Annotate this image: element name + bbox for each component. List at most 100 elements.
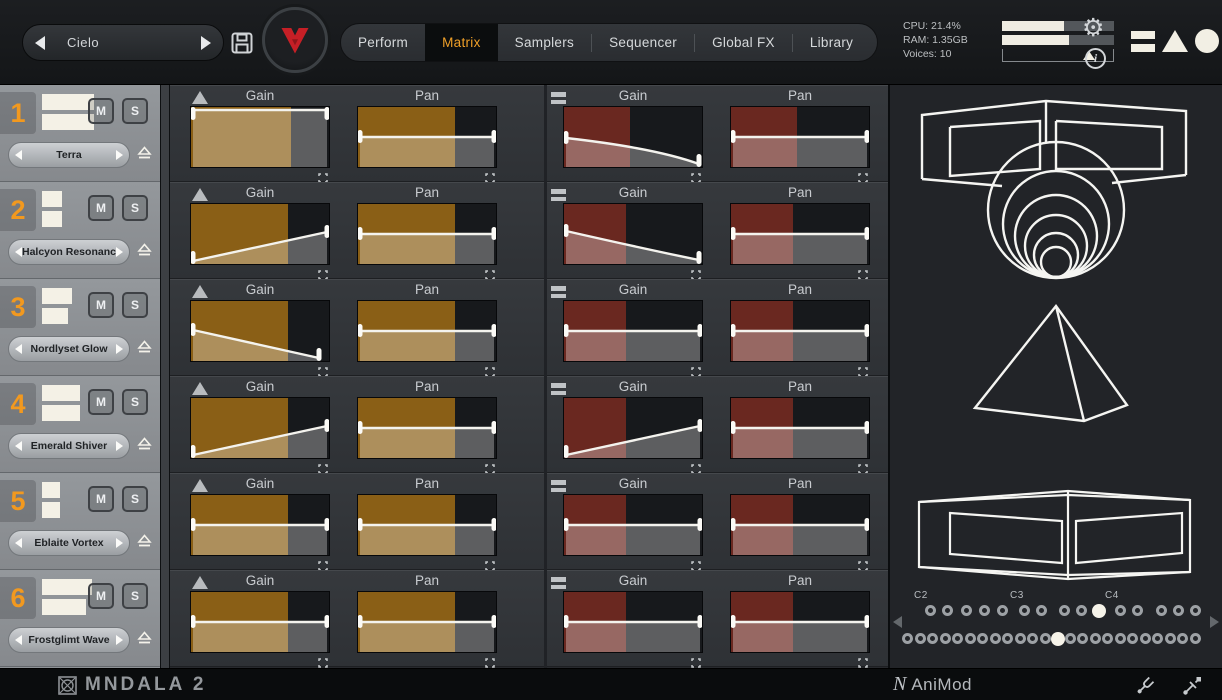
slot-preset-selector[interactable]: Frostglimt Wave [8, 627, 130, 653]
left-gain-envelope[interactable] [190, 300, 330, 362]
solo-button[interactable]: S [122, 486, 148, 512]
eject-button[interactable] [137, 146, 152, 165]
slot-preset-next-icon[interactable] [116, 150, 123, 160]
left-pan-envelope[interactable] [357, 397, 497, 459]
right-gain-envelope[interactable] [563, 397, 703, 459]
mute-button[interactable]: M [88, 389, 114, 415]
tab-samplers[interactable]: Samplers [498, 24, 591, 61]
eject-button[interactable] [137, 631, 152, 650]
tab-global-fx[interactable]: Global FX [695, 24, 792, 61]
sampler-slot-5[interactable]: 5 M S Eblaite Vortex [0, 473, 160, 570]
matrix-row-6: Gain Pan Gain Pan [170, 570, 888, 668]
slot-preset-name: Nordlyset Glow [30, 343, 108, 355]
right-pan-envelope[interactable] [730, 300, 870, 362]
left-gain-envelope[interactable] [190, 203, 330, 265]
mute-button[interactable]: M [88, 195, 114, 221]
menu-bars-icon [551, 383, 566, 398]
keyboard-scroll-right-icon[interactable] [1210, 616, 1219, 628]
left-pan-envelope[interactable] [357, 494, 497, 556]
slot-preset-next-icon[interactable] [116, 441, 123, 451]
left-gain-envelope[interactable] [190, 494, 330, 556]
solo-button[interactable]: S [122, 195, 148, 221]
midi-cable-icon [1183, 677, 1201, 695]
preset-next-icon[interactable] [201, 35, 211, 50]
right-pan-envelope[interactable] [730, 494, 870, 556]
slot-preset-selector[interactable]: Nordlyset Glow [8, 336, 130, 362]
right-pan-envelope[interactable] [730, 106, 870, 168]
slot-preset-prev-icon[interactable] [15, 441, 22, 451]
right-gain-envelope[interactable] [563, 494, 703, 556]
envelope-triangle-icon [192, 576, 208, 589]
slot-preset-next-icon[interactable] [116, 247, 123, 257]
tab-perform[interactable]: Perform [341, 24, 425, 61]
cell-label-gain: Gain [245, 282, 275, 297]
slot-preset-prev-icon[interactable] [15, 150, 22, 160]
sampler-slot-4[interactable]: 4 M S Emerald Shiver [0, 376, 160, 473]
mute-button[interactable]: M [88, 583, 114, 609]
save-button[interactable] [231, 32, 253, 54]
slot-preset-selector[interactable]: Terra [8, 142, 130, 168]
slot-preset-next-icon[interactable] [116, 344, 123, 354]
slot-preset-next-icon[interactable] [116, 635, 123, 645]
mute-button[interactable]: M [88, 486, 114, 512]
tab-matrix[interactable]: Matrix [425, 24, 498, 61]
eject-icon [137, 340, 152, 353]
octave-label-c2: C2 [914, 590, 928, 601]
right-gain-envelope[interactable] [563, 203, 703, 265]
left-gain-envelope[interactable] [190, 591, 330, 653]
eject-button[interactable] [137, 243, 152, 262]
right-pan-envelope[interactable] [730, 203, 870, 265]
slot-preset-selector[interactable]: Eblaite Vortex [8, 530, 130, 556]
left-pan-envelope[interactable] [357, 106, 497, 168]
left-pan-envelope[interactable] [357, 203, 497, 265]
cell-label-pan: Pan [787, 379, 813, 394]
slot-preset-prev-icon[interactable] [15, 635, 22, 645]
cell-label-gain: Gain [245, 88, 275, 103]
info-button[interactable]: i [1085, 48, 1106, 69]
sampler-slot-1[interactable]: 1 M S Terra [0, 85, 160, 182]
eject-button[interactable] [137, 340, 152, 359]
slot-preset-prev-icon[interactable] [15, 247, 22, 257]
slot-preset-prev-icon[interactable] [15, 344, 22, 354]
mute-button[interactable]: M [88, 292, 114, 318]
preset-prev-icon[interactable] [35, 35, 45, 50]
white-key-dot [1189, 633, 1201, 644]
tab-library[interactable]: Library [793, 24, 870, 61]
mntra-logo[interactable] [262, 7, 328, 73]
solo-button[interactable]: S [122, 389, 148, 415]
solo-button[interactable]: S [122, 583, 148, 609]
left-pan-envelope[interactable] [357, 591, 497, 653]
gear-icon: ⚙ [1082, 14, 1105, 42]
tab-sequencer[interactable]: Sequencer [592, 24, 694, 61]
sampler-slot-6[interactable]: 6 M S Frostglimt Wave [0, 570, 160, 667]
slot-preset-selector[interactable]: Halcyon Resonance [8, 239, 130, 265]
left-pan-envelope[interactable] [357, 300, 497, 362]
solo-button[interactable]: S [122, 98, 148, 124]
solo-button[interactable]: S [122, 292, 148, 318]
eject-button[interactable] [137, 437, 152, 456]
sampler-slot-3[interactable]: 3 M S Nordlyset Glow [0, 279, 160, 376]
tuning-fork-button[interactable] [1133, 674, 1157, 700]
right-gain-envelope[interactable] [563, 106, 703, 168]
slot-preset-selector[interactable]: Emerald Shiver [8, 433, 130, 459]
settings-button[interactable]: ⚙ [1082, 16, 1104, 41]
right-pan-envelope[interactable] [730, 397, 870, 459]
left-gain-envelope[interactable] [190, 397, 330, 459]
mute-button[interactable]: M [88, 98, 114, 124]
right-gain-envelope[interactable] [563, 591, 703, 653]
slot-preset-next-icon[interactable] [116, 538, 123, 548]
right-gain-envelope[interactable] [563, 300, 703, 362]
menu-bars-icon [551, 577, 566, 592]
eject-button[interactable] [137, 534, 152, 553]
preset-name[interactable]: Cielo [67, 35, 99, 50]
keyboard-scroll-left-icon[interactable] [893, 616, 902, 628]
sidebar-scrollbar[interactable] [160, 85, 170, 668]
slot-preset-prev-icon[interactable] [15, 538, 22, 548]
waveform-thumbnail [42, 288, 72, 328]
sampler-slot-2[interactable]: 2 M S Halcyon Resonance [0, 182, 160, 279]
black-key-dot [1019, 605, 1030, 616]
slot-number: 5 [0, 480, 36, 522]
right-pan-envelope[interactable] [730, 591, 870, 653]
midi-cable-button[interactable] [1180, 674, 1204, 700]
left-gain-envelope[interactable] [190, 106, 330, 168]
